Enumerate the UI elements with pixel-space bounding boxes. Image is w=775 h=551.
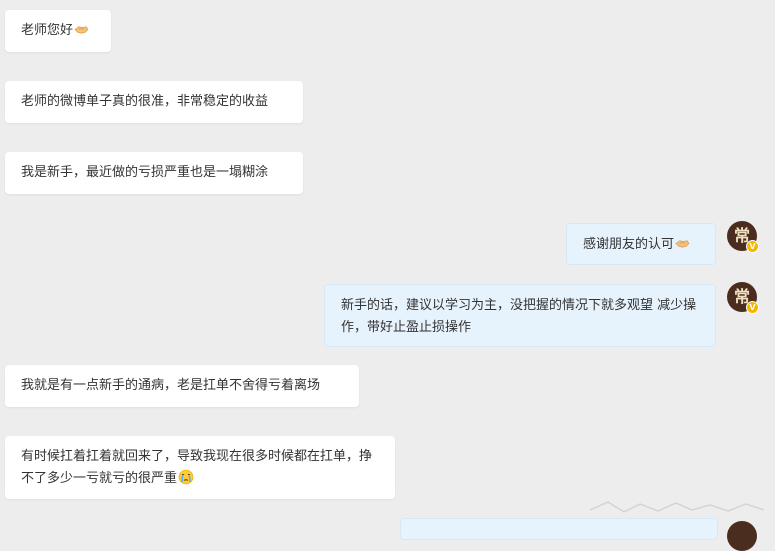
avatar[interactable]: [727, 521, 757, 551]
crying-face-emoji-icon: [178, 469, 194, 485]
message-text: 老师您好: [21, 23, 74, 38]
message-bubble-incoming: 我是新手，最近做的亏损严重也是一塌糊涂: [5, 152, 303, 194]
message-text: 我就是有一点新手的通病，老是扛单不舍得亏着离场: [21, 378, 321, 393]
message-bubble-incoming: 老师的微博单子真的很准，非常稳定的收益: [5, 81, 303, 123]
watermark-decoration: [589, 501, 765, 513]
message-bubble-incoming: 老师您好: [5, 10, 111, 52]
verified-badge-icon: V: [746, 301, 759, 314]
handshake-emoji-icon: [675, 240, 690, 248]
verified-badge-icon: V: [746, 240, 759, 253]
message-text: 我是新手，最近做的亏损严重也是一塌糊涂: [21, 165, 269, 180]
message-text: 老师的微博单子真的很准，非常稳定的收益: [21, 94, 269, 109]
message-text: 感谢朋友的认可: [583, 237, 675, 252]
message-text: 新手的话，建议以学习为主，没把握的情况下就多观望 减少操作，带好止盈止损操作: [341, 298, 697, 335]
handshake-emoji-icon: [74, 26, 89, 34]
message-text: 有时候扛着扛着就回来了，导致我现在很多时候都在扛单，挣不了多少一亏就亏的很严重: [21, 449, 373, 486]
message-bubble-outgoing: [400, 518, 718, 540]
message-bubble-incoming: 有时候扛着扛着就回来了，导致我现在很多时候都在扛单，挣不了多少一亏就亏的很严重: [5, 436, 395, 499]
avatar[interactable]: 常 V: [727, 221, 759, 253]
message-bubble-outgoing: 新手的话，建议以学习为主，没把握的情况下就多观望 减少操作，带好止盈止损操作: [324, 284, 716, 347]
message-bubble-incoming: 我就是有一点新手的通病，老是扛单不舍得亏着离场: [5, 365, 359, 407]
avatar[interactable]: 常 V: [727, 282, 759, 314]
message-bubble-outgoing: 感谢朋友的认可: [566, 223, 716, 265]
